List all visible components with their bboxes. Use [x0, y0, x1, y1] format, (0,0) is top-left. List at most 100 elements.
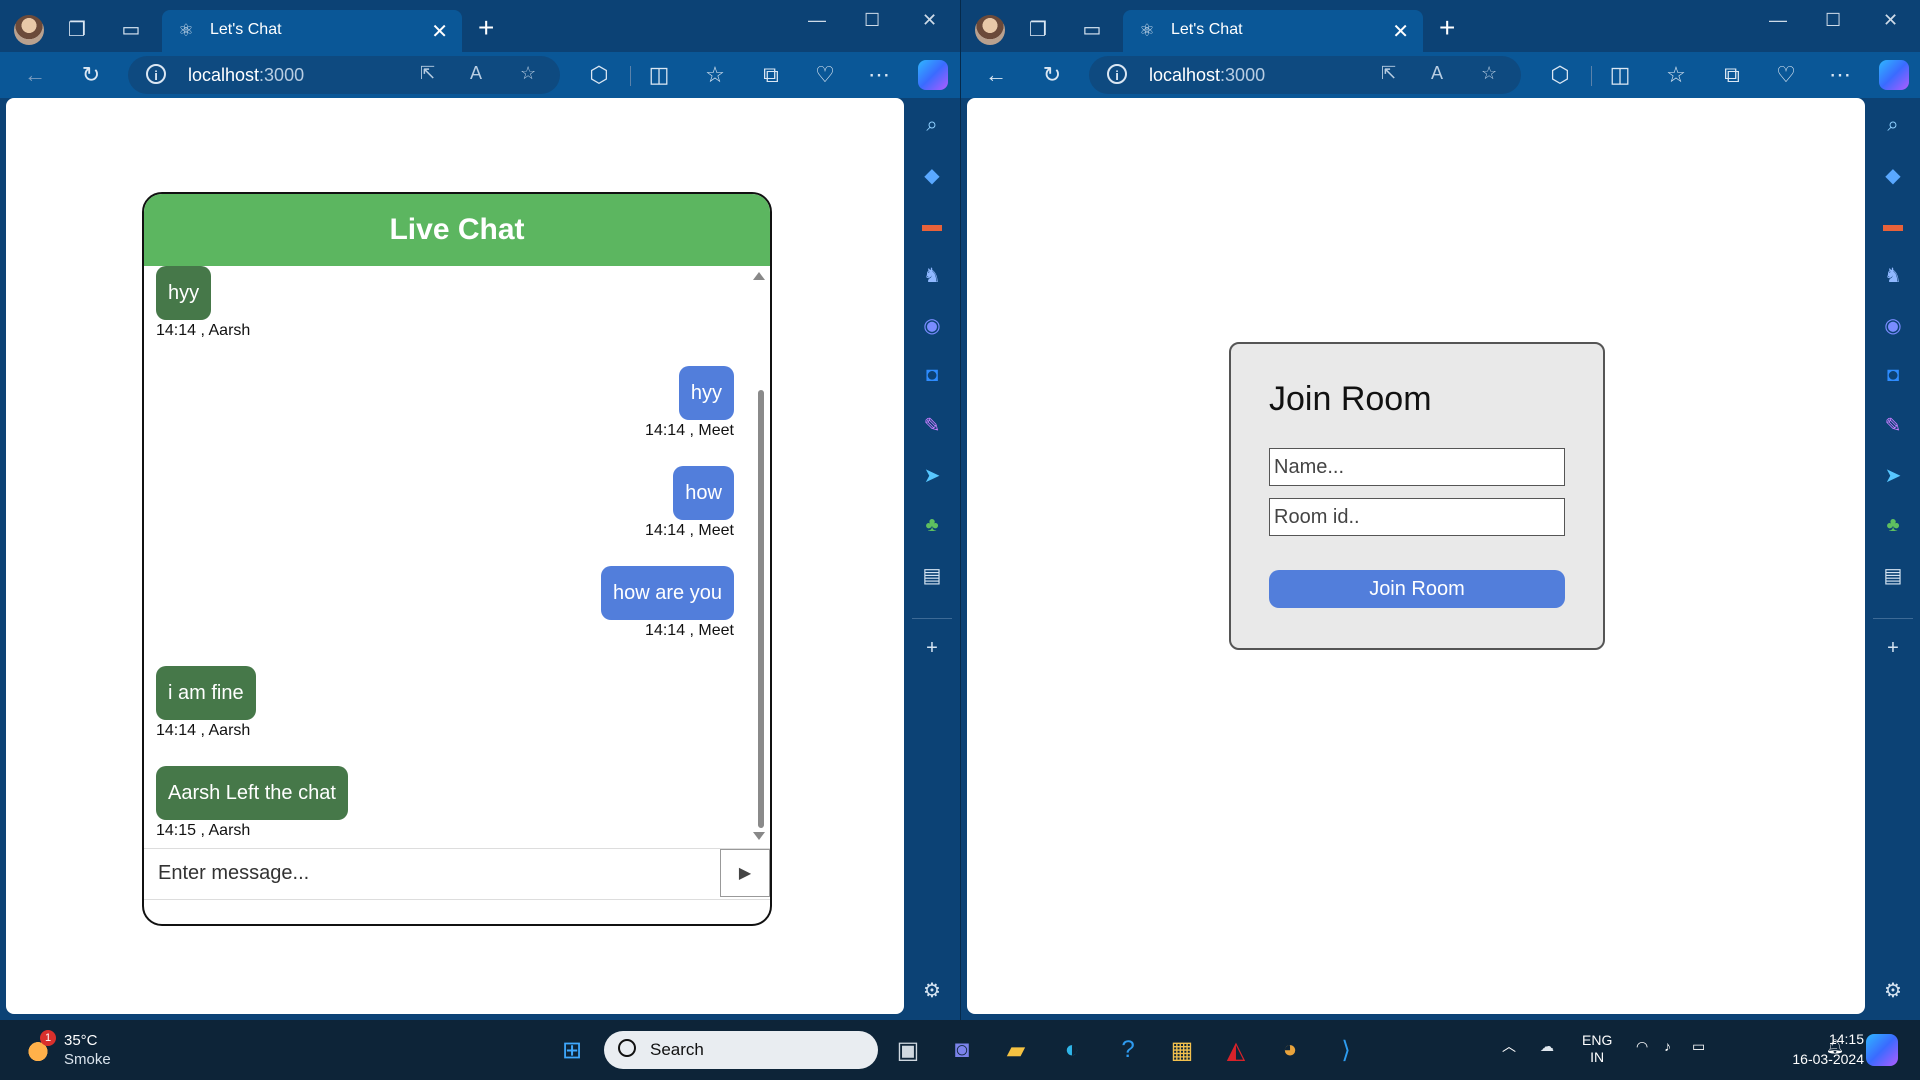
search-icon[interactable]: ⌕	[917, 110, 947, 140]
message-input[interactable]	[144, 849, 714, 897]
favorite-star-icon[interactable]: ☆	[1481, 63, 1497, 84]
maximize-icon[interactable]: ☐	[1825, 10, 1841, 31]
notebook-icon[interactable]: ▤	[1878, 560, 1908, 590]
shopping-tag-icon[interactable]: ◆	[1878, 160, 1908, 190]
close-tab-icon[interactable]: ✕	[1392, 19, 1409, 44]
start-windows-icon[interactable]: ⊞	[554, 1032, 590, 1068]
browser-essentials-icon[interactable]: ♡	[810, 60, 840, 90]
workspaces-icon[interactable]: ❐	[1023, 14, 1053, 44]
open-in-app-icon[interactable]: ⇱	[1381, 63, 1396, 84]
extensions-icon[interactable]: ⬡	[1545, 60, 1575, 90]
vscode-icon[interactable]: ⟩	[1328, 1032, 1364, 1068]
more-options-icon[interactable]: ⋯	[1825, 60, 1855, 90]
language-indicator[interactable]: ENG IN	[1582, 1032, 1612, 1066]
favorite-star-icon[interactable]: ☆	[520, 63, 536, 84]
search-icon[interactable]: ⌕	[1878, 110, 1908, 140]
tools-icon[interactable]: ▬	[1878, 210, 1908, 240]
taskbar-search[interactable]: Search	[604, 1031, 878, 1069]
notifications-bell-icon[interactable]: 🔔︎	[1826, 1038, 1844, 1055]
tree-icon[interactable]: ♣	[1878, 510, 1908, 540]
room-id-input[interactable]	[1269, 498, 1565, 536]
read-aloud-icon[interactable]: A	[470, 63, 482, 84]
tree-icon[interactable]: ♣	[917, 510, 947, 540]
tools-icon[interactable]: ▬	[917, 210, 947, 240]
back-icon[interactable]: ←	[20, 60, 50, 90]
edge-browser-icon[interactable]: ◐	[1054, 1032, 1090, 1068]
scroll-up-arrow[interactable]	[753, 272, 765, 280]
help-app-icon[interactable]: ?	[1110, 1032, 1146, 1068]
collections-icon[interactable]: ⧉	[1717, 60, 1747, 90]
outlook-icon[interactable]: ◘	[917, 360, 947, 390]
games-icon[interactable]: ♞	[917, 260, 947, 290]
name-input[interactable]	[1269, 448, 1565, 486]
add-sidebar-icon[interactable]: +	[1878, 633, 1908, 663]
close-window-icon[interactable]: ✕	[1883, 10, 1898, 31]
copilot-icon[interactable]	[918, 60, 948, 90]
split-screen-icon[interactable]: ◫	[1605, 60, 1635, 90]
teams-chat-icon[interactable]: ◙	[944, 1032, 980, 1068]
mcafee-icon[interactable]: ◭	[1218, 1032, 1254, 1068]
volume-icon[interactable]: ♪	[1664, 1038, 1671, 1055]
url-field[interactable]: i localhost:3000 ⇱ A ☆	[128, 56, 560, 94]
shopping-tag-icon[interactable]: ◆	[917, 160, 947, 190]
designer-icon[interactable]: ✎	[917, 410, 947, 440]
scroll-down-arrow[interactable]	[753, 832, 765, 840]
notebook-icon[interactable]: ▤	[917, 560, 947, 590]
profile-avatar[interactable]	[14, 15, 44, 45]
battery-icon[interactable]: ▭	[1692, 1038, 1705, 1055]
task-view-icon[interactable]: ▣	[890, 1032, 926, 1068]
close-window-icon[interactable]: ✕	[922, 10, 937, 31]
browser-essentials-icon[interactable]: ♡	[1771, 60, 1801, 90]
sidebar-settings-icon[interactable]: ⚙	[917, 975, 947, 1005]
add-sidebar-icon[interactable]: +	[917, 633, 947, 663]
read-aloud-icon[interactable]: A	[1431, 63, 1443, 84]
games-icon[interactable]: ♞	[1878, 260, 1908, 290]
favorites-icon[interactable]: ☆	[1661, 60, 1691, 90]
weather-widget[interactable]: 1 35°C Smoke	[20, 1030, 120, 1070]
microsoft-365-icon[interactable]: ◉	[1878, 310, 1908, 340]
minimize-icon[interactable]: —	[808, 10, 826, 31]
designer-icon[interactable]: ✎	[1878, 410, 1908, 440]
send-icon[interactable]: ➤	[917, 460, 947, 490]
new-tab-icon[interactable]: +	[478, 12, 494, 44]
profile-avatar[interactable]	[975, 15, 1005, 45]
refresh-icon[interactable]: ↻	[1037, 60, 1067, 90]
outlook-icon[interactable]: ◘	[1878, 360, 1908, 390]
tab-lets-chat[interactable]: ⚛ Let's Chat ✕	[162, 10, 462, 52]
site-info-icon[interactable]: i	[1107, 64, 1127, 84]
tab-actions-icon[interactable]: ▭	[116, 14, 146, 44]
split-screen-icon[interactable]: ◫	[644, 60, 674, 90]
microsoft-store-icon[interactable]: ▦	[1164, 1032, 1200, 1068]
join-room-button[interactable]: Join Room	[1269, 570, 1565, 608]
more-options-icon[interactable]: ⋯	[864, 60, 894, 90]
maximize-icon[interactable]: ☐	[864, 10, 880, 31]
sidebar-settings-icon[interactable]: ⚙	[1878, 975, 1908, 1005]
copilot-taskbar-icon[interactable]	[1866, 1034, 1898, 1066]
wifi-icon[interactable]: ◠	[1636, 1038, 1648, 1055]
back-icon[interactable]: ←	[981, 60, 1011, 90]
workspaces-icon[interactable]: ❐	[62, 14, 92, 44]
file-explorer-icon[interactable]: ▰	[998, 1032, 1034, 1068]
favorites-icon[interactable]: ☆	[700, 60, 730, 90]
tab-actions-icon[interactable]: ▭	[1077, 14, 1107, 44]
send-button[interactable]: ▶	[720, 849, 770, 897]
chrome-icon[interactable]: ◕	[1272, 1032, 1308, 1068]
minimize-icon[interactable]: —	[1769, 10, 1787, 31]
message-list[interactable]: hyy 14:14 , Aarsh hyy 14:14 , Meet how 1…	[144, 266, 770, 846]
microsoft-365-icon[interactable]: ◉	[917, 310, 947, 340]
onedrive-cloud-icon[interactable]: ☁	[1540, 1038, 1554, 1055]
close-tab-icon[interactable]: ✕	[431, 19, 448, 44]
message-bubble: i am fine	[156, 666, 256, 720]
collections-icon[interactable]: ⧉	[756, 60, 786, 90]
refresh-icon[interactable]: ↻	[76, 60, 106, 90]
url-field[interactable]: i localhost:3000 ⇱ A ☆	[1089, 56, 1521, 94]
extensions-icon[interactable]: ⬡	[584, 60, 614, 90]
send-icon[interactable]: ➤	[1878, 460, 1908, 490]
site-info-icon[interactable]: i	[146, 64, 166, 84]
tab-lets-chat[interactable]: ⚛ Let's Chat ✕	[1123, 10, 1423, 52]
new-tab-icon[interactable]: +	[1439, 12, 1455, 44]
copilot-icon[interactable]	[1879, 60, 1909, 90]
scrollbar-thumb[interactable]	[758, 390, 764, 828]
show-hidden-icons-chevron-icon[interactable]: ︿	[1502, 1038, 1516, 1055]
open-in-app-icon[interactable]: ⇱	[420, 63, 435, 84]
